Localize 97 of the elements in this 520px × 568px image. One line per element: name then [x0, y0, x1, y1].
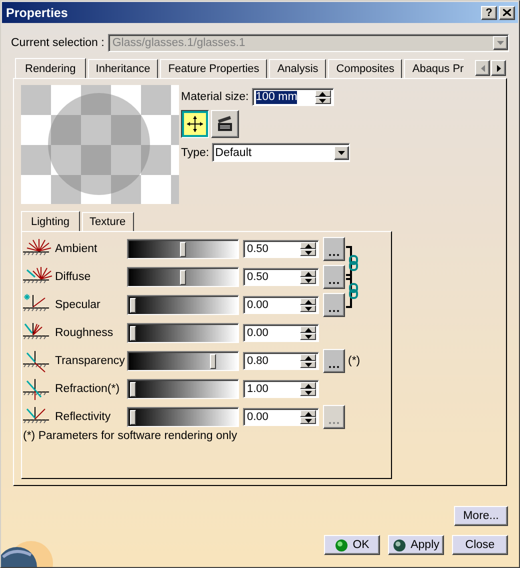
slider-thumb[interactable] — [180, 242, 186, 257]
tab[interactable]: Composites — [328, 59, 402, 78]
value-field[interactable]: 0.80 — [243, 352, 319, 370]
slider[interactable] — [127, 295, 239, 315]
down-arrow-icon — [304, 390, 312, 394]
slider[interactable] — [127, 267, 239, 287]
tab[interactable]: Rendering — [15, 58, 86, 78]
spin-button[interactable] — [300, 354, 316, 368]
up-arrow-icon — [304, 272, 312, 276]
link-icon[interactable] — [345, 273, 361, 309]
tab[interactable]: Feature Properties — [160, 59, 268, 78]
dots-icon — [328, 309, 340, 313]
slider[interactable] — [127, 351, 239, 371]
property-label: Refraction(*) — [55, 383, 121, 395]
spin-button[interactable] — [300, 270, 316, 284]
ok-button[interactable]: OK — [324, 535, 380, 555]
down-arrow-icon — [304, 334, 312, 338]
property-label: Reflectivity — [55, 411, 112, 423]
spin-button[interactable] — [300, 382, 316, 396]
up-arrow-icon — [304, 328, 312, 332]
property-label: Specular — [55, 299, 102, 311]
dots-icon — [328, 365, 340, 369]
color-button[interactable] — [323, 237, 345, 261]
spin-button[interactable] — [314, 90, 331, 104]
property-label: Diffuse — [55, 271, 92, 283]
value-field[interactable]: 1.00 — [243, 380, 319, 398]
color-button[interactable] — [323, 293, 345, 317]
tab[interactable]: Lighting — [21, 211, 80, 231]
property-label: Transparency — [55, 355, 126, 367]
link-icon[interactable] — [345, 245, 361, 281]
spin-button[interactable] — [300, 410, 316, 424]
slider-thumb[interactable] — [130, 410, 136, 425]
color-button[interactable] — [323, 349, 345, 373]
property-label: Roughness — [55, 327, 114, 339]
down-arrow-icon — [304, 306, 312, 310]
left-arrow-icon — [480, 64, 484, 72]
help-button[interactable]: ? — [481, 6, 497, 20]
slider[interactable] — [127, 239, 239, 259]
close-dialog-button[interactable]: Close — [452, 535, 508, 555]
window-title: Properties — [6, 6, 69, 20]
slider-thumb[interactable] — [130, 382, 136, 397]
caret-icon — [497, 41, 504, 45]
down-arrow-icon — [304, 250, 312, 254]
slider-thumb[interactable] — [180, 270, 186, 285]
value-field[interactable]: 0.00 — [243, 324, 319, 342]
clapperboard-icon — [217, 116, 233, 132]
property-label: Ambient — [55, 243, 98, 255]
dots-icon — [328, 281, 340, 285]
up-arrow-icon — [319, 92, 326, 96]
value-field[interactable]: 0.00 — [243, 296, 319, 314]
slider-thumb[interactable] — [130, 326, 136, 341]
up-arrow-icon — [304, 356, 312, 360]
field-label: Current selection : — [11, 37, 104, 49]
spin-button[interactable] — [300, 298, 316, 312]
close-icon — [503, 9, 511, 16]
value-field[interactable]: 0.50 — [243, 240, 319, 258]
right-arrow-icon — [496, 64, 500, 72]
up-arrow-icon — [304, 412, 312, 416]
down-arrow-icon — [319, 98, 326, 102]
dots-icon — [328, 253, 340, 257]
apply-button[interactable]: Apply — [388, 535, 444, 555]
spin-button[interactable] — [300, 326, 316, 340]
down-arrow-icon — [304, 418, 312, 422]
material-size-field[interactable]: 100 mm — [252, 88, 334, 106]
up-arrow-icon — [304, 384, 312, 388]
down-arrow-icon — [304, 362, 312, 366]
slider[interactable] — [127, 379, 239, 399]
footnote: (*) Parameters for software rendering only — [23, 430, 238, 442]
color-button[interactable] — [323, 265, 345, 289]
tab[interactable]: Abaqus Pr — [404, 59, 464, 78]
scroll-left-button[interactable] — [475, 60, 490, 76]
scroll-right-button[interactable] — [491, 60, 506, 76]
down-arrow-icon — [304, 278, 312, 282]
footnote-mark: (*) — [348, 355, 360, 367]
slider[interactable] — [127, 323, 239, 343]
field-label: Type: — [181, 146, 210, 158]
up-arrow-icon — [304, 244, 312, 248]
slider[interactable] — [127, 407, 239, 427]
up-arrow-icon — [304, 300, 312, 304]
tool-button[interactable] — [181, 110, 209, 138]
slider-thumb[interactable] — [210, 354, 216, 369]
tab[interactable]: Inheritance — [88, 59, 158, 78]
tab[interactable]: Analysis — [269, 59, 326, 78]
value-field[interactable]: 0.50 — [243, 268, 319, 286]
caret-icon — [338, 150, 346, 154]
more-button[interactable]: More... — [454, 506, 508, 526]
close-button[interactable] — [499, 6, 515, 20]
ok-icon — [334, 538, 348, 552]
field-label: Material size: — [181, 91, 249, 103]
type-dropdown[interactable]: Default — [212, 143, 350, 162]
arrows-icon — [186, 115, 204, 133]
dots-icon — [328, 421, 340, 425]
slider-thumb[interactable] — [130, 298, 136, 313]
apply-icon — [392, 538, 406, 552]
value-field[interactable]: 0.00 — [243, 408, 319, 426]
spin-button[interactable] — [300, 242, 316, 256]
tab[interactable]: Texture — [82, 212, 134, 231]
